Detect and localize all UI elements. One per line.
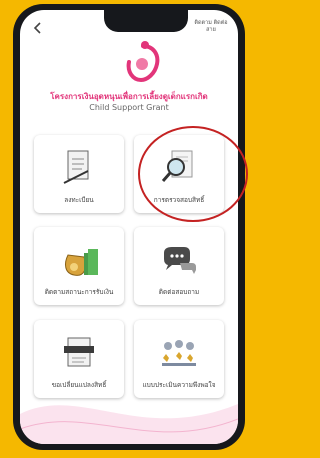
- menu-label-contact: ติดต่อสอบถาม: [158, 288, 200, 296]
- mother-baby-logo-icon: [126, 41, 160, 83]
- menu-label-register: ลงทะเบียน: [64, 196, 94, 204]
- menu-card-change-rights[interactable]: ขอเปลี่ยนแปลงสิทธิ์: [34, 320, 124, 398]
- highlight-ring: [138, 126, 248, 222]
- rating-stars-icon: [162, 340, 196, 366]
- menu-label-change-rights: ขอเปลี่ยนแปลงสิทธิ์: [51, 381, 107, 389]
- chat-bubbles-icon: [164, 247, 196, 274]
- menu-label-satisfaction-survey: แบบประเมินความพึงพอใจ: [142, 381, 216, 389]
- menu-card-register[interactable]: ลงทะเบียน: [34, 135, 124, 213]
- change-clipboard-icon: [64, 337, 94, 367]
- app-title: โครงการเงินอุดหนุนเพื่อการเลี้ยงดูเด็กแร…: [50, 92, 208, 101]
- back-arrow-icon[interactable]: [32, 22, 44, 34]
- contact-link[interactable]: ติดตาม ติดต่อสาย: [194, 20, 228, 34]
- app-screen: ติดตาม ติดต่อสาย โครงการเงินอุดหนุนเพื่อ…: [20, 10, 238, 444]
- menu-label-payment-status: ติดตามสถานะการรับเงิน: [44, 288, 114, 296]
- app-subtitle: Child Support Grant: [89, 103, 169, 112]
- menu-card-payment-status[interactable]: ติดตามสถานะการรับเงิน: [34, 227, 124, 305]
- menu-card-contact[interactable]: ติดต่อสอบถาม: [134, 227, 224, 305]
- phone-notch: [104, 10, 188, 32]
- clipboard-pen-icon: [63, 150, 89, 184]
- money-bag-icon: [65, 249, 98, 276]
- menu-card-satisfaction-survey[interactable]: แบบประเมินความพึงพอใจ: [134, 320, 224, 398]
